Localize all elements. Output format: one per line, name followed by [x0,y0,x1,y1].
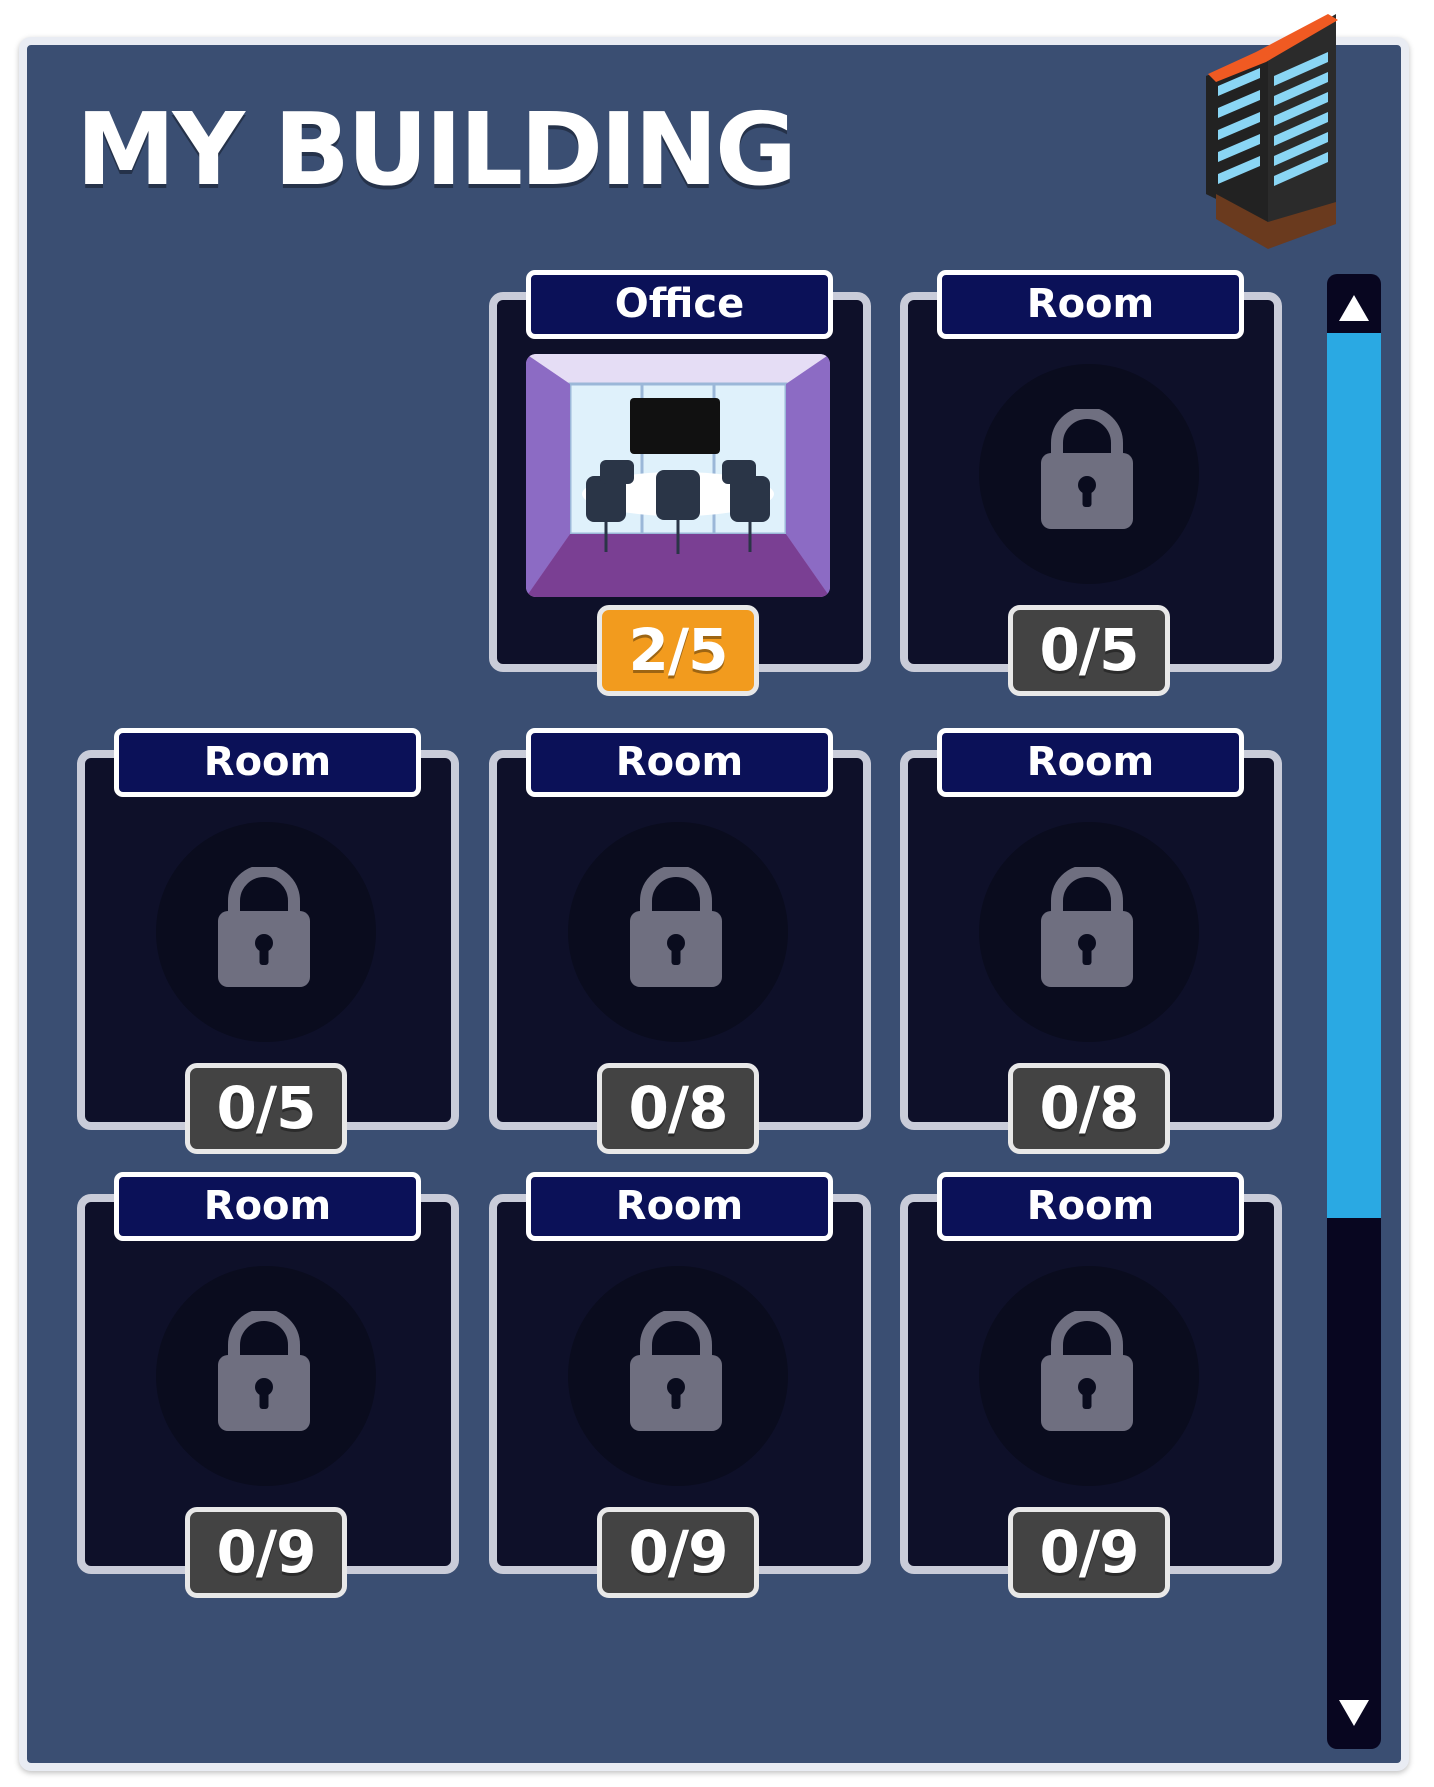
room-label: Room [937,728,1244,797]
occupancy-badge: 0/9 [597,1507,759,1598]
scroll-thumb[interactable] [1327,333,1381,1218]
room-label: Room [114,728,421,797]
scroll-up-button[interactable] [1327,274,1381,344]
occupancy-badge: 2/5 [597,605,759,696]
occupancy-badge: 0/5 [1008,605,1170,696]
office-image [526,354,830,597]
scroll-down-button[interactable] [1327,1679,1381,1749]
occupancy-badge: 0/9 [185,1507,347,1598]
lock-icon [218,1311,310,1431]
room-label: Room [526,1172,833,1241]
triangle-up-icon [1339,295,1369,321]
building-icon [1196,4,1346,252]
room-label: Room [526,728,833,797]
occupancy-badge: 0/8 [1008,1063,1170,1154]
lock-icon [630,867,722,987]
occupancy-badge: 0/5 [185,1063,347,1154]
lock-circle [979,364,1199,584]
room-label: Room [114,1172,421,1241]
room-card-office[interactable]: Office 2/5 [489,270,871,696]
triangle-down-icon [1339,1700,1369,1726]
room-label: Office [526,270,833,339]
lock-circle [156,822,376,1042]
lock-circle [568,822,788,1042]
room-label: Room [937,1172,1244,1241]
lock-icon [1041,867,1133,987]
room-card-locked[interactable]: Room 0/9 [900,1172,1282,1598]
room-label: Room [937,270,1244,339]
room-card-locked[interactable]: Room 0/9 [77,1172,459,1598]
lock-icon [1041,409,1133,529]
room-card-locked[interactable]: Room 0/5 [77,728,459,1154]
room-card-locked[interactable]: Room 0/8 [489,728,871,1154]
lock-icon [630,1311,722,1431]
lock-circle [156,1266,376,1486]
office-preview [526,354,830,597]
lock-icon [218,867,310,987]
room-card-locked[interactable]: Room 0/5 [900,270,1282,696]
lock-circle [979,1266,1199,1486]
room-card-locked[interactable]: Room 0/9 [489,1172,871,1598]
occupancy-badge: 0/8 [597,1063,759,1154]
scrollbar[interactable] [1327,274,1381,1749]
room-card-locked[interactable]: Room 0/8 [900,728,1282,1154]
lock-icon [1041,1311,1133,1431]
lock-circle [979,822,1199,1042]
page-title: MY BUILDING [76,91,797,208]
lock-circle [568,1266,788,1486]
occupancy-badge: 0/9 [1008,1507,1170,1598]
